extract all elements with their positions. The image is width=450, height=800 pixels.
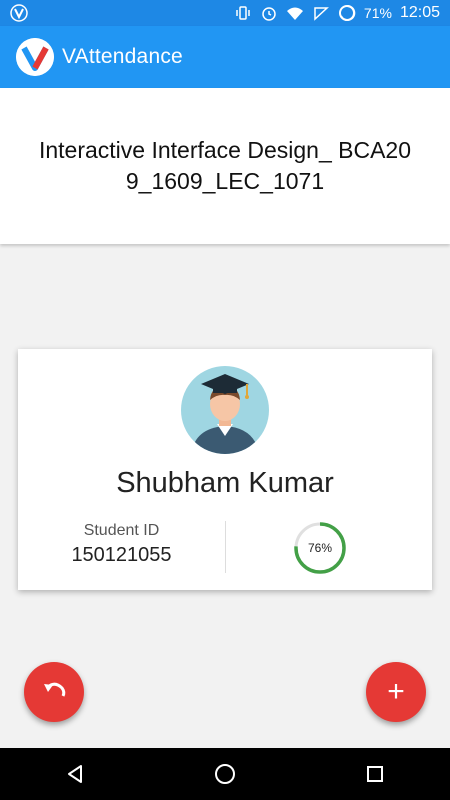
clock: 12:05 — [399, 4, 440, 21]
add-button[interactable]: + — [366, 662, 426, 722]
undo-icon — [40, 676, 68, 709]
divider — [225, 521, 226, 573]
status-left — [0, 4, 28, 22]
status-right: 71% 12:05 — [234, 4, 450, 22]
graduate-avatar-icon — [181, 366, 269, 454]
student-id-value: 150121055 — [71, 544, 172, 566]
course-panel: Interactive Interface Design_ BCA209_160… — [0, 88, 450, 244]
data-saver-icon — [312, 4, 330, 22]
undo-button[interactable] — [24, 662, 84, 722]
student-id-label: Student ID — [83, 522, 160, 539]
course-title: Interactive Interface Design_ BCA209_160… — [38, 137, 412, 194]
app-title: VAttendance — [62, 45, 183, 68]
student-card[interactable]: Shubham Kumar Student ID 150121055 76% — [18, 349, 432, 590]
recents-icon[interactable] — [355, 754, 395, 794]
app-bar: VAttendance — [0, 26, 450, 88]
wifi-icon — [286, 4, 304, 22]
battery-percent: 71% — [363, 5, 392, 21]
alarm-icon — [260, 4, 278, 22]
student-id-block: Student ID 150121055 — [18, 522, 225, 567]
navigation-bar — [0, 748, 450, 800]
attendance-percent: 76% — [307, 541, 333, 555]
vibrate-icon — [234, 4, 252, 22]
v-logo-icon — [16, 38, 54, 76]
app-v-icon — [10, 4, 28, 22]
back-icon[interactable] — [55, 754, 95, 794]
add-icon: + — [387, 675, 405, 708]
status-bar: 71% 12:05 — [0, 0, 450, 26]
battery-icon — [338, 4, 356, 22]
student-name: Shubham Kumar — [116, 467, 334, 499]
home-icon[interactable] — [205, 754, 245, 794]
